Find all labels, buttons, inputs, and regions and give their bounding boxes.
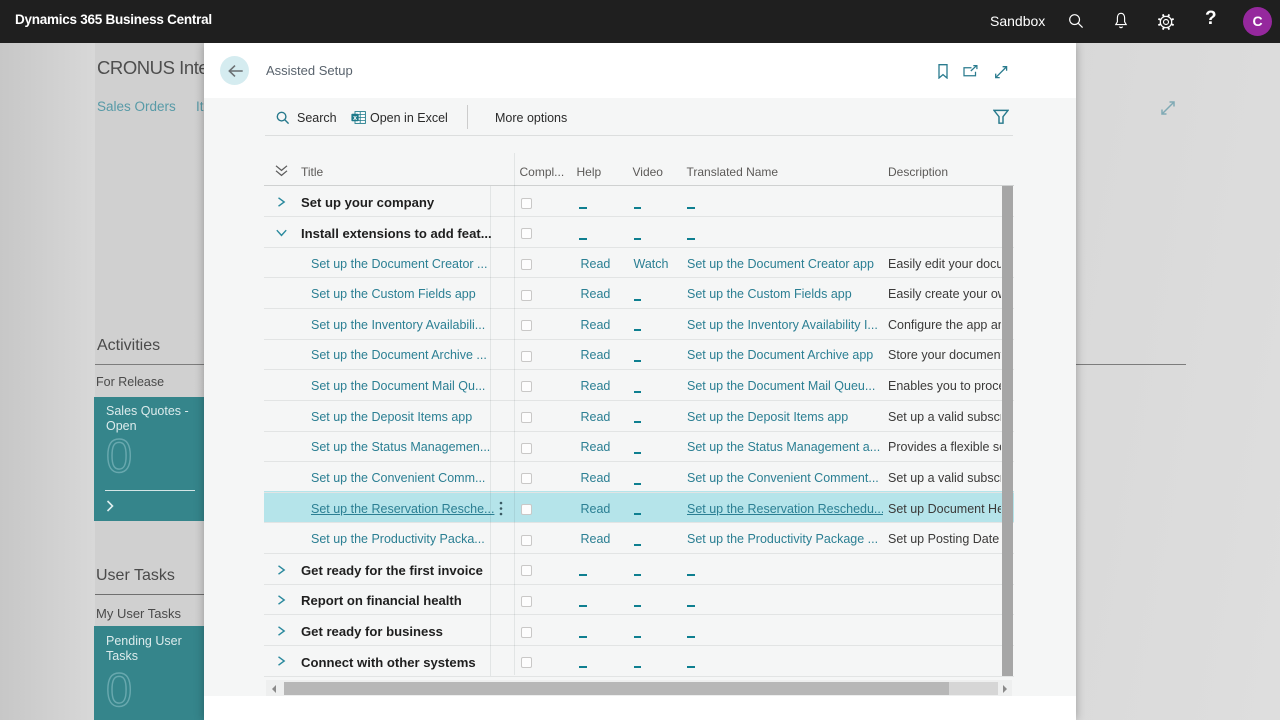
svg-text:x: x xyxy=(353,114,357,121)
